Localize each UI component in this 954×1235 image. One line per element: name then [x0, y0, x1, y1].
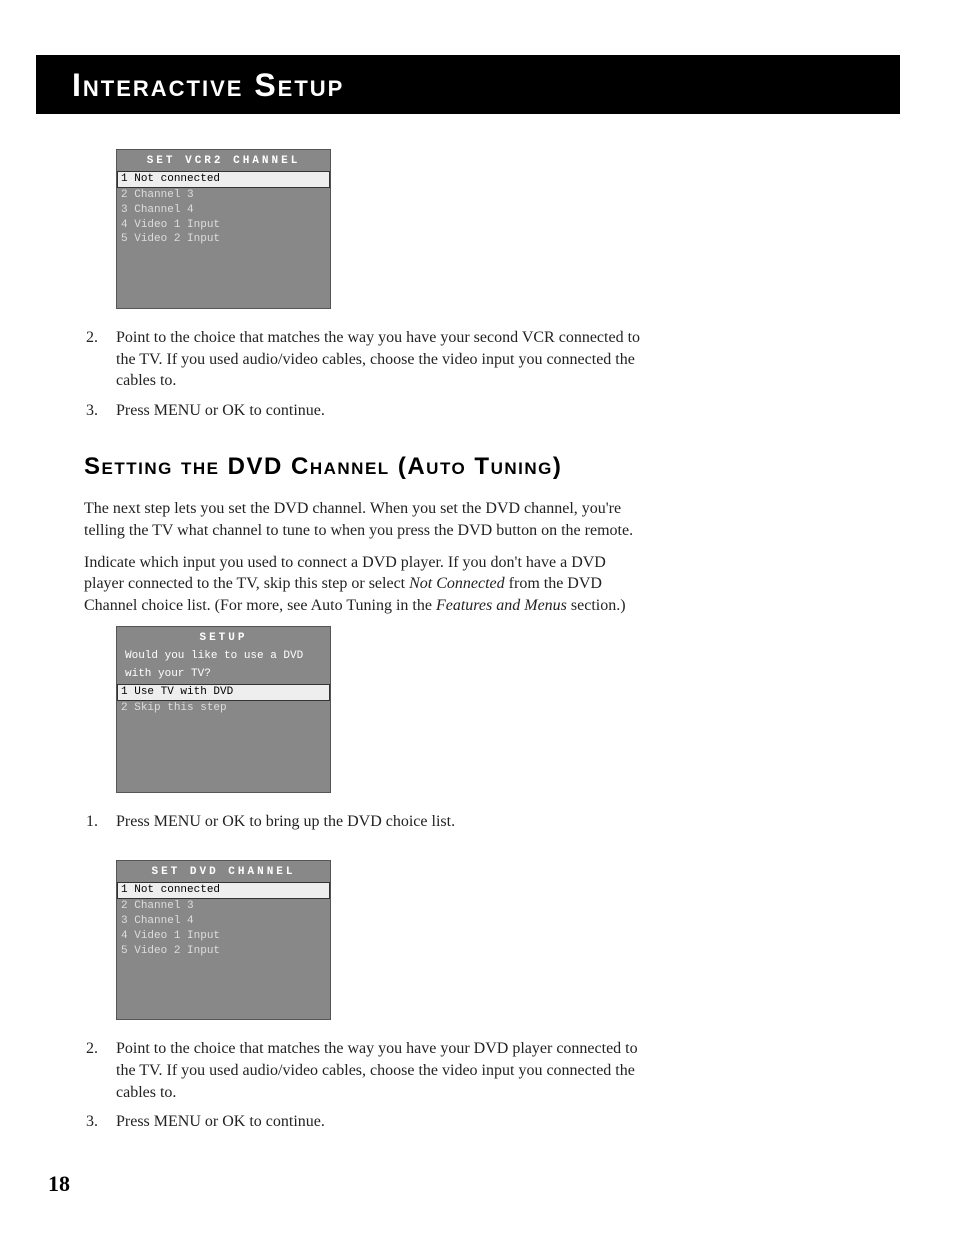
osd-prompt: with your TV?	[117, 666, 330, 684]
osd-title: SET VCR2 CHANNEL	[117, 150, 330, 171]
osd-item: 1 Use TV with DVD	[117, 684, 330, 701]
content-area: SET VCR2 CHANNEL 1 Not connected 2 Chann…	[84, 149, 724, 1133]
step-item: 2. Point to the choice that matches the …	[84, 1038, 724, 1103]
osd-item: 5 Video 2 Input	[117, 944, 330, 959]
step-number: 1.	[84, 811, 116, 833]
body-paragraph: The next step lets you set the DVD chann…	[84, 498, 644, 541]
osd-item: 4 Video 1 Input	[117, 218, 330, 233]
step-list: 2. Point to the choice that matches the …	[84, 1038, 724, 1132]
page-number: 18	[48, 1171, 70, 1197]
osd-title: SETUP	[117, 627, 330, 648]
step-text: Press MENU or OK to bring up the DVD cho…	[116, 811, 641, 833]
osd-item: 2 Channel 3	[117, 899, 330, 914]
step-text: Press MENU or OK to continue.	[116, 400, 641, 422]
osd-title: SET DVD CHANNEL	[117, 861, 330, 882]
header-bar: Interactive Setup	[36, 55, 900, 114]
osd-item: 1 Not connected	[117, 882, 330, 899]
section-heading: Setting the DVD Channel (Auto Tuning)	[84, 450, 724, 485]
step-number: 3.	[84, 400, 116, 422]
step-list: 2. Point to the choice that matches the …	[84, 327, 724, 421]
step-item: 2. Point to the choice that matches the …	[84, 327, 724, 392]
page-title: Interactive Setup	[72, 67, 880, 104]
osd-item: 3 Channel 4	[117, 914, 330, 929]
osd-item: 5 Video 2 Input	[117, 232, 330, 247]
step-number: 2.	[84, 327, 116, 392]
step-number: 3.	[84, 1111, 116, 1133]
step-text: Point to the choice that matches the way…	[116, 327, 641, 392]
step-item: 3. Press MENU or OK to continue.	[84, 1111, 724, 1133]
step-item: 3. Press MENU or OK to continue.	[84, 400, 724, 422]
osd-item: 2 Channel 3	[117, 188, 330, 203]
step-list: 1. Press MENU or OK to bring up the DVD …	[84, 811, 724, 833]
step-text: Press MENU or OK to continue.	[116, 1111, 641, 1133]
osd-item: 3 Channel 4	[117, 203, 330, 218]
body-paragraph: Indicate which input you used to connect…	[84, 552, 644, 617]
osd-item: 1 Not connected	[117, 171, 330, 188]
osd-dvd-channel: SET DVD CHANNEL 1 Not connected 2 Channe…	[116, 860, 331, 1020]
osd-item: 2 Skip this step	[117, 701, 330, 716]
osd-vcr2-channel: SET VCR2 CHANNEL 1 Not connected 2 Chann…	[116, 149, 331, 309]
step-number: 2.	[84, 1038, 116, 1103]
osd-prompt: Would you like to use a DVD	[117, 648, 330, 666]
step-item: 1. Press MENU or OK to bring up the DVD …	[84, 811, 724, 833]
osd-item: 4 Video 1 Input	[117, 929, 330, 944]
osd-setup: SETUP Would you like to use a DVD with y…	[116, 626, 331, 792]
step-text: Point to the choice that matches the way…	[116, 1038, 641, 1103]
